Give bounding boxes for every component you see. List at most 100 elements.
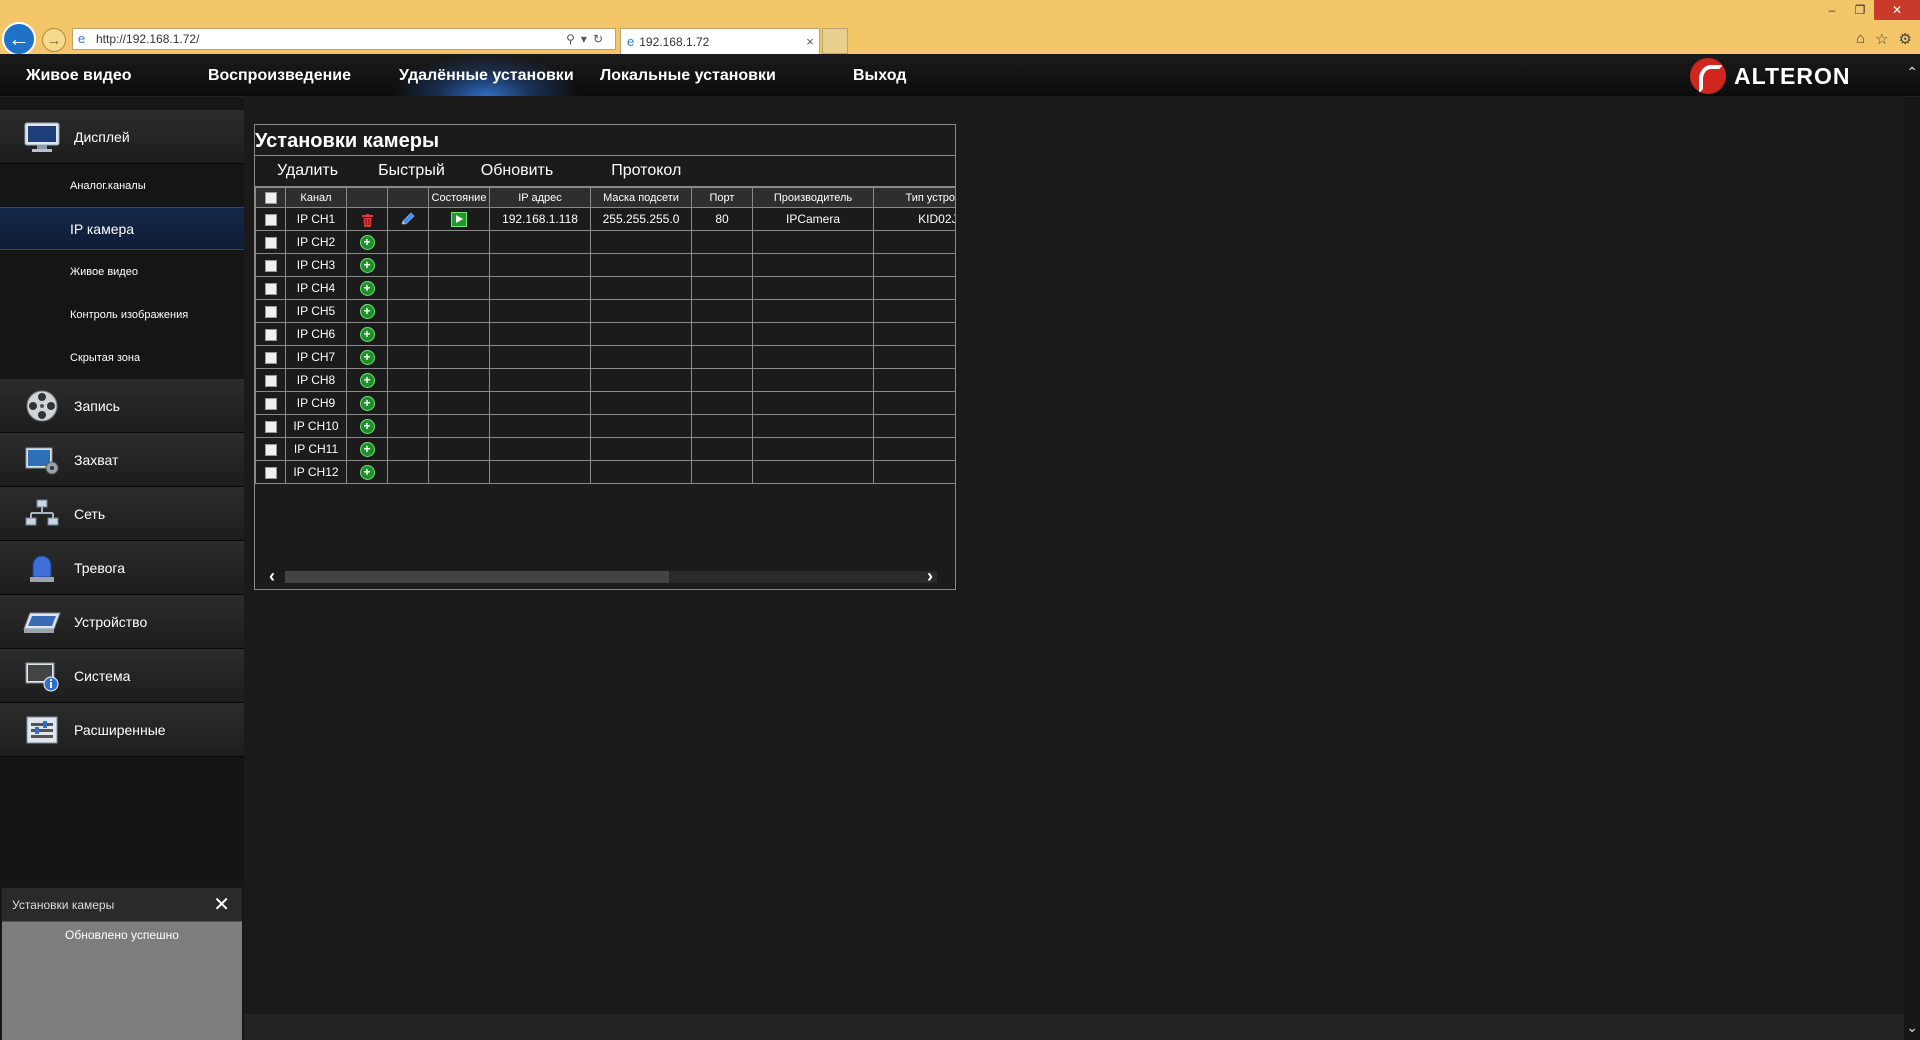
row-checkbox[interactable] xyxy=(264,443,277,456)
sidebar-item-system[interactable]: Система xyxy=(0,649,244,703)
add-plus-icon[interactable]: + xyxy=(359,418,375,434)
row-checkbox[interactable] xyxy=(264,259,277,272)
address-bar[interactable]: e http://192.168.1.72/ ⚲▾↻ xyxy=(72,28,616,50)
scroll-right-icon[interactable]: › xyxy=(927,566,933,587)
add-plus-icon[interactable]: + xyxy=(359,372,375,388)
search-refresh-icons[interactable]: ⚲▾↻ xyxy=(566,32,615,46)
menu-exit[interactable]: Выход xyxy=(853,54,906,96)
row-checkbox[interactable] xyxy=(264,420,277,433)
table-row[interactable]: IP CH11 + xyxy=(255,437,955,461)
settings-gear-icon[interactable]: ⚙ xyxy=(1899,30,1912,48)
new-tab-button[interactable] xyxy=(822,28,848,54)
trash-icon[interactable] xyxy=(362,213,373,227)
forward-arrow-icon[interactable]: → xyxy=(42,28,66,52)
menu-remote-settings[interactable]: Удалённые установки xyxy=(393,54,580,96)
restore-icon[interactable]: ❐ xyxy=(1846,0,1874,20)
add-cell[interactable]: + xyxy=(346,345,388,369)
row-select-cell[interactable] xyxy=(255,276,286,300)
sidebar-subitem-analog-channels[interactable]: Аналог.каналы xyxy=(0,164,244,207)
sidebar-subitem-ip-camera[interactable]: IP камера xyxy=(0,207,244,250)
row-checkbox[interactable] xyxy=(264,397,277,410)
table-row[interactable]: IP CH1 192.168.1.118 255.255.255.0 80 IPCame… xyxy=(255,207,955,231)
row-select-cell[interactable] xyxy=(255,322,286,346)
add-plus-icon[interactable]: + xyxy=(359,349,375,365)
add-plus-icon[interactable]: + xyxy=(359,234,375,250)
table-row[interactable]: IP CH8 + xyxy=(255,368,955,392)
sidebar-item-network[interactable]: Сеть xyxy=(0,487,244,541)
play-icon[interactable] xyxy=(451,211,467,227)
scroll-down-icon[interactable]: ⌄ xyxy=(1906,1019,1918,1036)
close-window-icon[interactable]: ✕ xyxy=(1874,0,1920,20)
sidebar-subitem-privacy-zone[interactable]: Скрытая зона xyxy=(0,336,244,379)
sidebar-item-record[interactable]: Запись xyxy=(0,379,244,433)
table-row[interactable]: IP CH4 + xyxy=(255,276,955,300)
row-select-cell[interactable] xyxy=(255,414,286,438)
home-icon[interactable]: ⌂ xyxy=(1856,30,1865,48)
row-select-cell[interactable] xyxy=(255,391,286,415)
favorites-star-icon[interactable]: ☆ xyxy=(1875,30,1888,48)
add-cell[interactable]: + xyxy=(346,322,388,346)
add-cell[interactable]: + xyxy=(346,276,388,300)
table-row[interactable]: IP CH10 + xyxy=(255,414,955,438)
add-plus-icon[interactable]: + xyxy=(359,303,375,319)
add-cell[interactable]: + xyxy=(346,391,388,415)
edit-pencil-icon[interactable] xyxy=(400,212,416,226)
row-checkbox[interactable] xyxy=(264,328,277,341)
add-cell[interactable]: + xyxy=(346,368,388,392)
table-row[interactable]: IP CH6 + xyxy=(255,322,955,346)
scrollbar-thumb[interactable] xyxy=(285,571,669,583)
table-row[interactable]: IP CH3 + xyxy=(255,253,955,277)
table-row[interactable]: IP CH2 + xyxy=(255,230,955,254)
status-cell[interactable] xyxy=(428,207,490,231)
row-checkbox[interactable] xyxy=(264,236,277,249)
close-icon[interactable]: ✕ xyxy=(213,892,230,917)
table-row[interactable]: IP CH9 + xyxy=(255,391,955,415)
add-cell[interactable]: + xyxy=(346,299,388,323)
refresh-button[interactable]: Обновить xyxy=(481,162,553,180)
table-row[interactable]: IP CH7 + xyxy=(255,345,955,369)
row-select-cell[interactable] xyxy=(255,299,286,323)
sidebar-subitem-image-control[interactable]: Контроль изображения xyxy=(0,293,244,336)
row-select-cell[interactable] xyxy=(255,437,286,461)
sidebar-item-display[interactable]: Дисплей xyxy=(0,110,244,164)
horizontal-scrollbar[interactable]: ‹ › xyxy=(255,565,955,589)
menu-local-settings[interactable]: Локальные установки xyxy=(600,54,776,96)
sidebar-subitem-live-video[interactable]: Живое видео xyxy=(0,250,244,293)
delete-cell[interactable] xyxy=(346,207,388,231)
row-select-cell[interactable] xyxy=(255,230,286,254)
edit-cell[interactable] xyxy=(387,207,429,231)
delete-button[interactable]: Удалить xyxy=(277,162,338,180)
row-checkbox[interactable] xyxy=(264,213,277,226)
row-checkbox[interactable] xyxy=(264,374,277,387)
add-cell[interactable]: + xyxy=(346,437,388,461)
add-plus-icon[interactable]: + xyxy=(359,326,375,342)
add-cell[interactable]: + xyxy=(346,460,388,484)
row-checkbox[interactable] xyxy=(264,466,277,479)
scroll-up-icon[interactable]: ⌃ xyxy=(1906,64,1918,81)
table-row[interactable]: IP CH5 + xyxy=(255,299,955,323)
add-cell[interactable]: + xyxy=(346,414,388,438)
select-all-header[interactable] xyxy=(255,187,286,208)
table-row[interactable]: IP CH12 + xyxy=(255,460,955,484)
protocol-button[interactable]: Протокол xyxy=(611,162,681,180)
scroll-left-icon[interactable]: ‹ xyxy=(269,566,275,587)
row-select-cell[interactable] xyxy=(255,460,286,484)
url-text[interactable]: http://192.168.1.72/ xyxy=(96,32,566,46)
sidebar-item-device[interactable]: Устройство xyxy=(0,595,244,649)
row-checkbox[interactable] xyxy=(264,351,277,364)
sidebar-item-capture[interactable]: Захват xyxy=(0,433,244,487)
menu-live-video[interactable]: Живое видео xyxy=(26,54,132,96)
row-select-cell[interactable] xyxy=(255,207,286,231)
select-all-checkbox[interactable] xyxy=(264,191,277,204)
sidebar-item-alarm[interactable]: Тревога xyxy=(0,541,244,595)
add-cell[interactable]: + xyxy=(346,253,388,277)
row-select-cell[interactable] xyxy=(255,253,286,277)
add-plus-icon[interactable]: + xyxy=(359,280,375,296)
row-checkbox[interactable] xyxy=(264,282,277,295)
row-checkbox[interactable] xyxy=(264,305,277,318)
row-select-cell[interactable] xyxy=(255,345,286,369)
row-select-cell[interactable] xyxy=(255,368,286,392)
add-plus-icon[interactable]: + xyxy=(359,395,375,411)
add-plus-icon[interactable]: + xyxy=(359,441,375,457)
browser-tab[interactable]: e 192.168.1.72 × xyxy=(620,28,820,54)
